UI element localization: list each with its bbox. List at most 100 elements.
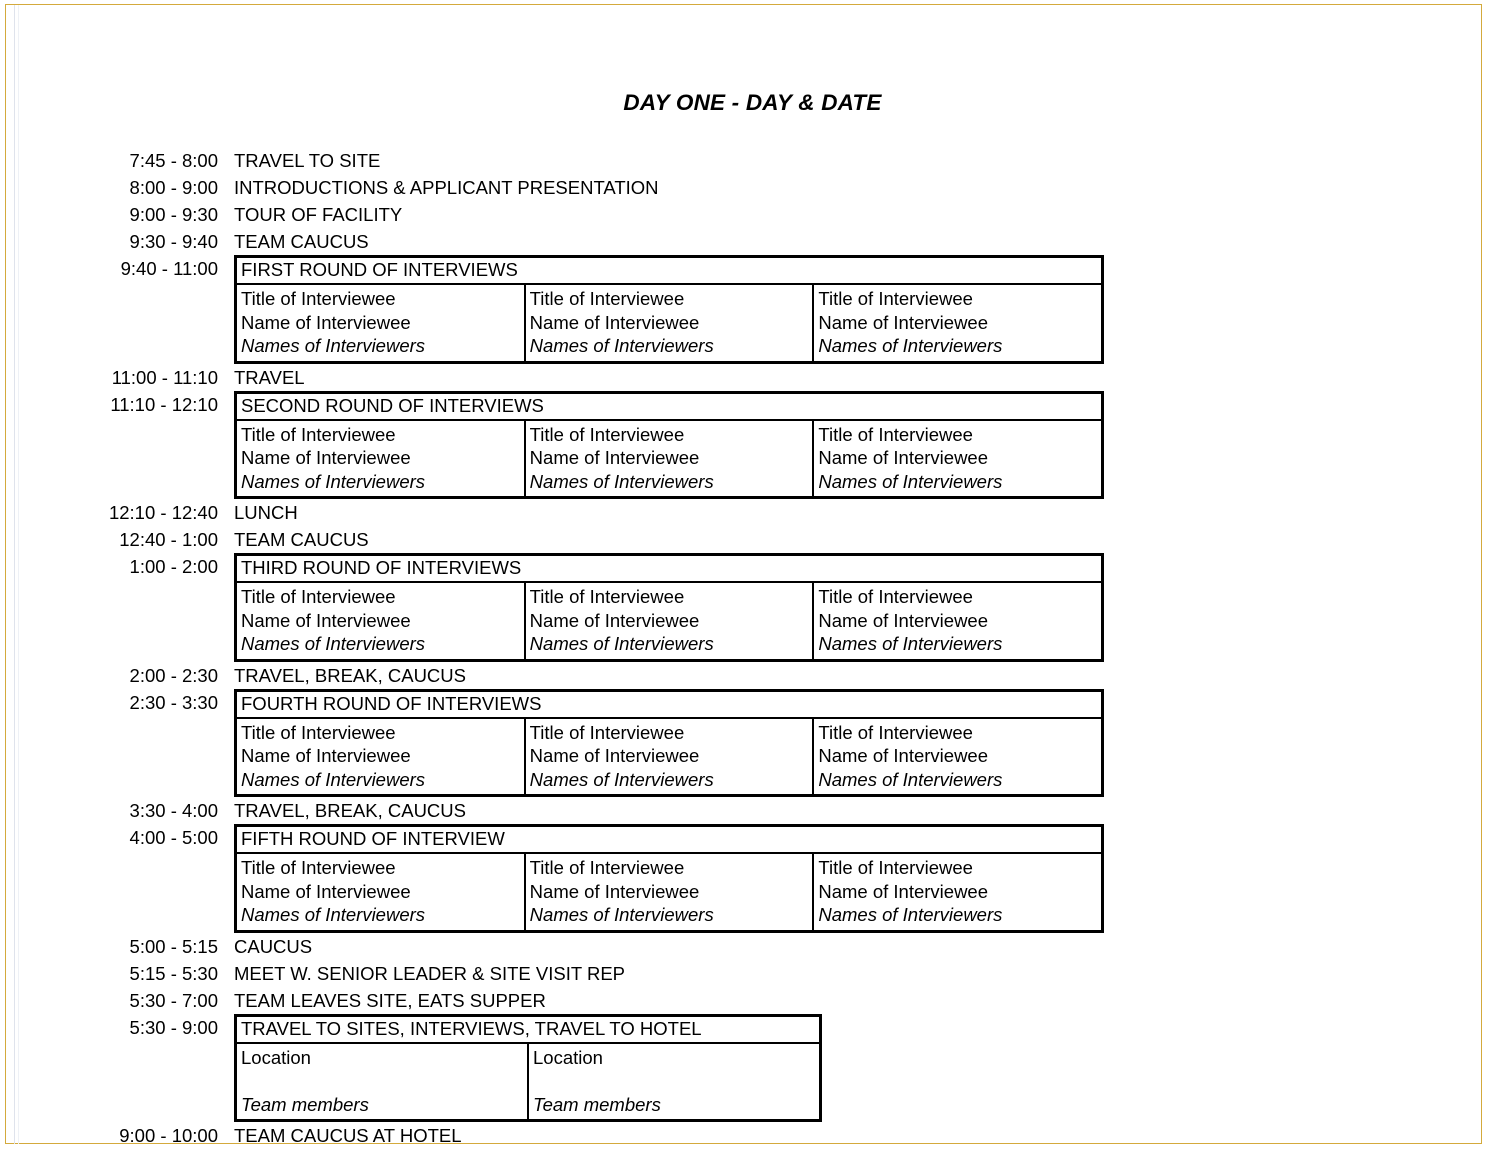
schedule-row: 5:00 - 5:15 CAUCUS [0,933,1487,960]
interview-slot-title: Title of Interviewee [529,288,685,309]
interview-slot-name: Name of Interviewee [241,447,411,468]
interview-slot-interviewers: Names of Interviewers [818,633,1003,654]
schedule-row-activity: INTRODUCTIONS & APPLICANT PRESENTATION [234,177,659,198]
interview-slot[interactable]: Title of Interviewee Name of Interviewee N… [526,420,815,496]
interview-slot[interactable]: Title of Interviewee Name of Interviewee N… [526,718,815,794]
schedule-list: 7:45 - 8:00 TRAVEL TO SITE 8:00 - 9:00 INTR… [0,147,1487,1149]
schedule-row-time: 4:00 - 5:00 [129,827,218,848]
schedule-row: 8:00 - 9:00 INTRODUCTIONS & APPLICANT PRE… [0,174,1487,201]
schedule-row: 4:00 - 5:00 FIFTH ROUND OF INTERVIEW Title… [0,824,1487,933]
schedule-row-time: 12:10 - 12:40 [108,502,218,523]
interview-slot-title: Title of Interviewee [241,586,396,607]
page-title: DAY ONE - DAY & DATE [623,90,882,115]
interview-slot-name: Name of Interviewee [529,609,700,631]
schedule-row-time: 11:10 - 12:10 [110,393,218,415]
interview-slot-interviewers: Names of Interviewers [529,904,714,925]
interview-block-header: TRAVEL TO SITES, INTERVIEWS, TRAVEL TO H… [237,1017,819,1044]
interview-slot-title: Title of Interviewee [241,721,396,743]
interview-slot-interviewers: Names of Interviewers [818,904,1003,925]
interview-slot[interactable]: Title of Interviewee Name of Interviewee N… [814,719,1101,795]
schedule-row-activity: TEAM LEAVES SITE, EATS SUPPER [234,989,546,1011]
schedule-row-time: 1:00 - 2:00 [129,556,218,577]
interview-slot-interviewers: Names of Interviewers [241,335,426,356]
interview-block: THIRD ROUND OF INTERVIEWS Title of Interv… [234,553,1104,662]
interview-block-columns: Location Team members Location Team membe… [237,1043,819,1120]
interview-slot[interactable]: Title of Interviewee Name of Interviewee N… [814,854,1101,930]
schedule-row-time: 2:30 - 3:30 [129,691,218,713]
interview-slot-interviewers: Names of Interviewers [529,335,714,356]
interview-slot[interactable]: Location Team members [237,1043,529,1119]
interview-slot-interviewers: Team members [533,1093,661,1115]
interview-slot[interactable]: Title of Interviewee Name of Interviewee N… [814,421,1101,497]
interview-slot-interviewers: Team members [241,1093,369,1115]
interview-slot-name: Name of Interviewee [818,447,989,468]
interview-block-header: FIFTH ROUND OF INTERVIEW [237,827,1101,854]
interview-slot[interactable]: Title of Interviewee Name of Interviewee N… [237,583,526,659]
interview-slot-title: Title of Interviewee [529,586,685,607]
interview-slot[interactable]: Title of Interviewee Name of Interviewee N… [526,583,815,659]
schedule-row-time: 2:00 - 2:30 [129,664,218,686]
schedule-row-time: 9:00 - 10:00 [119,1125,218,1146]
interview-block: FIRST ROUND OF INTERVIEWS Title of Interv… [234,255,1104,364]
schedule-row-activity: LUNCH [234,502,298,523]
interview-slot[interactable]: Title of Interviewee Name of Interviewee N… [237,285,526,361]
interview-block-wrapper: SECOND ROUND OF INTERVIEWS Title of Inter… [228,390,1104,499]
interview-slot-title: Title of Interviewee [818,423,973,445]
interview-block-header: THIRD ROUND OF INTERVIEWS [237,556,1101,583]
interview-block-wrapper: FIFTH ROUND OF INTERVIEW Title of Intervi… [228,824,1104,933]
schedule-row-time: 5:00 - 5:15 [129,935,218,957]
schedule-row-activity: TRAVEL [234,366,305,388]
schedule-row: 5:30 - 7:00 TEAM LEAVES SITE, EATS SUPPER [0,987,1487,1014]
interview-slot-interviewers: Names of Interviewers [529,768,714,790]
schedule-row: 9:00 - 9:30 TOUR OF FACILITY [0,201,1487,228]
interview-block-wrapper: TRAVEL TO SITES, INTERVIEWS, TRAVEL TO H… [228,1013,822,1122]
interview-slot-name: Name of Interviewee [241,880,411,902]
interview-block-columns: Title of Interviewee Name of Interviewee N… [237,420,1101,497]
schedule-row-activity: CAUCUS [234,935,313,957]
interview-block-columns: Title of Interviewee Name of Interviewee N… [237,718,1101,795]
interview-slot-name: Name of Interviewee [529,447,700,468]
interview-slot-name: Name of Interviewee [818,609,989,631]
interview-block: FOURTH ROUND OF INTERVIEWS Title of Inter… [234,688,1104,797]
interview-slot[interactable]: Title of Interviewee Name of Interviewee N… [814,285,1101,361]
schedule-row: 11:00 - 11:10 TRAVEL [0,364,1487,391]
interview-slot-interviewers: Names of Interviewers [241,768,426,790]
interview-slot-name: Name of Interviewee [818,880,989,902]
interview-slot-name: Name of Interviewee [241,311,411,333]
schedule-row-time: 5:30 - 7:00 [129,989,218,1011]
schedule-row: 3:30 - 4:00 TRAVEL, BREAK, CAUCUS [0,797,1487,824]
interview-block-wrapper: FOURTH ROUND OF INTERVIEWS Title of Inter… [228,688,1104,797]
interview-slot[interactable]: Title of Interviewee Name of Interviewee N… [814,583,1101,659]
interview-slot-name: Name of Interviewee [529,311,700,333]
interview-slot-title: Title of Interviewee [529,423,685,445]
interview-slot-name: Name of Interviewee [529,745,700,766]
schedule-row: 9:00 - 10:00 TEAM CAUCUS AT HOTEL [0,1122,1487,1149]
schedule-row: 12:10 - 12:40 LUNCH [0,499,1487,526]
interview-slot[interactable]: Title of Interviewee Name of Interviewee N… [526,854,815,930]
interview-slot-interviewers: Names of Interviewers [818,768,1003,790]
interview-slot-name: Name of Interviewee [818,311,989,333]
interview-slot[interactable]: Title of Interviewee Name of Interviewee N… [237,854,526,930]
interview-slot-interviewers: Names of Interviewers [241,633,426,654]
interview-block-columns: Title of Interviewee Name of Interviewee N… [237,583,1101,659]
interview-block-wrapper: FIRST ROUND OF INTERVIEWS Title of Interv… [228,255,1104,364]
interview-slot-title: Title of Interviewee [818,288,973,309]
schedule-row-time: 3:30 - 4:00 [129,800,218,821]
interview-slot-title: Title of Interviewee [241,288,396,309]
interview-slot-name: Name of Interviewee [241,745,411,766]
interview-slot-interviewers: Names of Interviewers [529,470,714,492]
interview-block-wrapper: THIRD ROUND OF INTERVIEWS Title of Interv… [228,553,1104,662]
interview-slot[interactable]: Location Team members [529,1044,819,1120]
schedule-row-time: 9:30 - 9:40 [129,231,218,252]
schedule-row-time: 8:00 - 9:00 [129,177,218,198]
schedule-row-time: 11:00 - 11:10 [111,366,218,388]
interview-slot-title: Location [241,1046,311,1068]
interview-slot-interviewers: Names of Interviewers [818,335,1003,356]
interview-slot-title: Title of Interviewee [818,586,973,607]
interview-slot[interactable]: Title of Interviewee Name of Interviewee N… [237,420,526,496]
interview-slot[interactable]: Title of Interviewee Name of Interviewee N… [237,718,526,794]
interview-block: FIFTH ROUND OF INTERVIEW Title of Intervi… [234,824,1104,933]
interview-block: TRAVEL TO SITES, INTERVIEWS, TRAVEL TO H… [234,1013,822,1122]
interview-slot[interactable]: Title of Interviewee Name of Interviewee N… [526,285,815,361]
interview-slot-title: Title of Interviewee [529,721,685,743]
